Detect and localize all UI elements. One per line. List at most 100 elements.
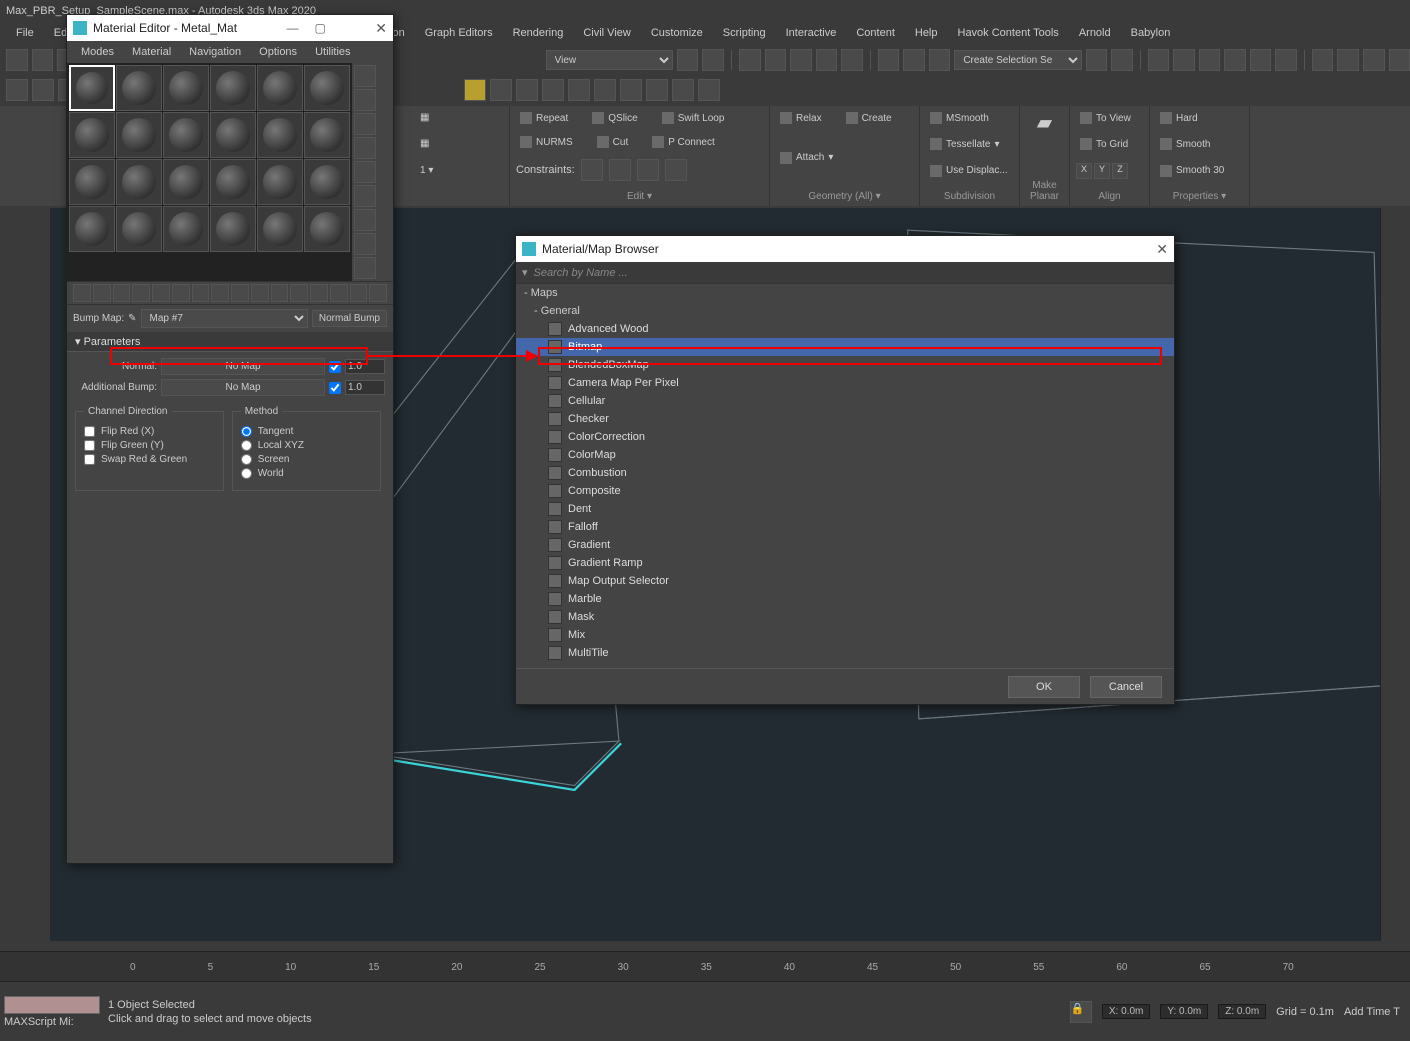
material-tool-button[interactable] (251, 284, 269, 302)
toolbar-button[interactable] (1111, 49, 1133, 71)
toolbar-button[interactable] (646, 79, 668, 101)
map-item[interactable]: Map Output Selector (516, 572, 1174, 590)
material-slot[interactable] (257, 112, 303, 158)
menu-item[interactable]: Utilities (307, 44, 358, 60)
map-item[interactable]: Falloff (516, 518, 1174, 536)
cancel-button[interactable]: Cancel (1090, 676, 1162, 698)
map-tree[interactable]: - Maps - General Advanced WoodBitmapBlen… (516, 284, 1174, 668)
minimize-icon[interactable]: — (278, 21, 306, 35)
toolbar-button[interactable] (1199, 49, 1221, 71)
material-slot[interactable] (163, 112, 209, 158)
toolbar-button[interactable] (516, 79, 538, 101)
tree-category[interactable]: - Maps (516, 284, 1174, 302)
parameters-rollout[interactable]: ▾ Parameters (67, 332, 393, 352)
toolbar-button[interactable] (1337, 49, 1359, 71)
normal-amount-spinner[interactable] (345, 359, 385, 374)
slot-tool-button[interactable] (354, 257, 376, 279)
menu-item[interactable]: Arnold (1071, 25, 1119, 41)
toolbar-button[interactable] (542, 79, 564, 101)
material-tool-button[interactable] (271, 284, 289, 302)
chevron-down-icon[interactable]: ▾ (522, 266, 528, 279)
map-item[interactable]: Mask (516, 608, 1174, 626)
add-time-tag[interactable]: Add Time T (1344, 1006, 1400, 1018)
slot-tool-button[interactable] (354, 89, 376, 111)
slot-tool-button[interactable] (354, 185, 376, 207)
material-slot[interactable] (116, 65, 162, 111)
method-radio[interactable] (241, 426, 252, 437)
axis-x-button[interactable]: X (1076, 163, 1092, 179)
toolbar-button[interactable] (702, 49, 724, 71)
toolbar-button[interactable] (765, 49, 787, 71)
slot-tool-button[interactable] (354, 113, 376, 135)
to-grid-button[interactable]: To Grid (1076, 136, 1143, 152)
view-mode-select[interactable]: View (546, 50, 673, 70)
channel-checkbox[interactable] (84, 454, 95, 465)
repeat-button[interactable]: Repeat (516, 110, 572, 126)
toolbar-button[interactable] (1312, 49, 1334, 71)
material-slot[interactable] (163, 206, 209, 252)
material-tool-button[interactable] (192, 284, 210, 302)
material-slot[interactable] (116, 206, 162, 252)
toolbar-button[interactable] (790, 49, 812, 71)
toolbar-button[interactable] (929, 49, 951, 71)
smooth30-button[interactable]: Smooth 30 (1156, 163, 1243, 179)
toolbar-button[interactable] (903, 49, 925, 71)
menu-item[interactable]: Civil View (575, 25, 638, 41)
map-item[interactable]: Cellular (516, 392, 1174, 410)
toolbar-button[interactable] (816, 49, 838, 71)
toolbar-button[interactable] (568, 79, 590, 101)
map-item[interactable]: Mix (516, 626, 1174, 644)
material-tool-button[interactable] (369, 284, 387, 302)
method-radio[interactable] (241, 468, 252, 479)
menu-item[interactable]: Interactive (778, 25, 845, 41)
close-icon[interactable]: ✕ (1156, 241, 1168, 258)
toolbar-button[interactable] (1224, 49, 1246, 71)
addbump-amount-spinner[interactable] (345, 380, 385, 395)
maximize-icon[interactable]: ▢ (306, 21, 333, 35)
menu-item[interactable]: Graph Editors (417, 25, 501, 41)
toolbar-button[interactable] (32, 49, 54, 71)
map-item[interactable]: Gradient Ramp (516, 554, 1174, 572)
material-slot[interactable] (210, 206, 256, 252)
material-slot[interactable] (210, 112, 256, 158)
channel-checkbox[interactable] (84, 440, 95, 451)
map-item[interactable]: ColorMap (516, 446, 1174, 464)
material-slot[interactable] (163, 65, 209, 111)
tessellate-button[interactable]: Tessellate ▾ (926, 136, 1013, 152)
coord-x[interactable]: X: 0.0m (1102, 1004, 1150, 1019)
to-view-button[interactable]: To View (1076, 110, 1143, 126)
toolbar-button[interactable] (1389, 49, 1410, 71)
timeline[interactable]: 0510152025303540455055606570 (0, 951, 1410, 981)
nurms-button[interactable]: NURMS (516, 134, 577, 150)
constraint-button[interactable] (609, 159, 631, 181)
normal-map-button[interactable]: No Map (161, 358, 325, 375)
material-slot[interactable] (257, 206, 303, 252)
menu-item[interactable]: Material (124, 44, 179, 60)
material-slot[interactable] (210, 159, 256, 205)
toolbar-button[interactable] (841, 49, 863, 71)
map-item[interactable]: Checker (516, 410, 1174, 428)
attach-button[interactable]: Attach ▾ (776, 150, 913, 166)
material-tool-button[interactable] (211, 284, 229, 302)
map-item[interactable]: Advanced Wood (516, 320, 1174, 338)
hard-button[interactable]: Hard (1156, 110, 1243, 126)
toolbar-button[interactable] (1173, 49, 1195, 71)
material-slot[interactable] (69, 206, 115, 252)
toolbar-button[interactable] (677, 49, 699, 71)
menu-item[interactable]: Content (848, 25, 903, 41)
map-item[interactable]: Bitmap (516, 338, 1174, 356)
menu-item[interactable]: Customize (643, 25, 711, 41)
window-titlebar[interactable]: Material Editor - Metal_Mat — ▢ ✕ (67, 15, 393, 41)
create-button[interactable]: Create (842, 110, 896, 126)
toolbar-button[interactable] (878, 49, 900, 71)
menu-item[interactable]: Havok Content Tools (950, 25, 1067, 41)
toolbar-button[interactable] (1363, 49, 1385, 71)
menu-item[interactable]: Options (251, 44, 305, 60)
material-tool-button[interactable] (310, 284, 328, 302)
normal-enable-checkbox[interactable] (329, 361, 341, 373)
constraint-button[interactable] (665, 159, 687, 181)
tree-subcategory[interactable]: - General (516, 302, 1174, 320)
material-tool-button[interactable] (350, 284, 368, 302)
relax-button[interactable]: Relax (776, 110, 826, 126)
coord-z[interactable]: Z: 0.0m (1218, 1004, 1266, 1019)
